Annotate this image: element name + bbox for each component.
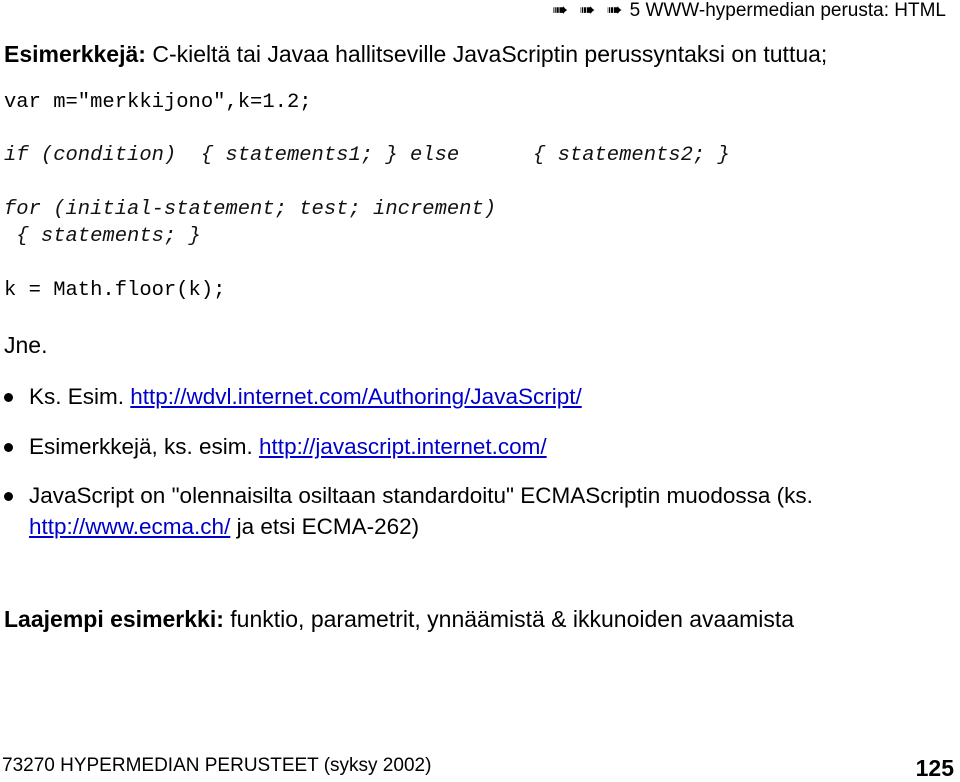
link-javascript-internet[interactable]: http://javascript.internet.com/	[259, 434, 547, 459]
intro-text: C-kieltä tai Javaa hallitseville JavaScr…	[145, 41, 828, 67]
page-number: 125	[915, 755, 954, 781]
bullet-icon	[4, 492, 13, 501]
list-item-text: JavaScript on "olennaisilta osiltaan sta…	[29, 480, 955, 542]
bullet-icon	[4, 393, 13, 402]
wide-example-text: funktio, parametrit, ynnäämistä & ikkuno…	[223, 606, 795, 632]
jne-text: Jne.	[4, 332, 48, 358]
bullet-suffix: ja etsi ECMA-262)	[230, 514, 420, 539]
code-line-if: if (condition) { statements1; } else { s…	[4, 144, 730, 167]
arrow-icons: ➠ ➠ ➠	[552, 0, 626, 21]
code-line-for: for (initial-statement; test; increment)	[4, 198, 497, 221]
bullet-prefix: Esimerkkejä, ks. esim.	[29, 434, 260, 459]
list-item: Ks. Esim. http://wdvl.internet.com/Autho…	[0, 381, 955, 412]
bullet-prefix: Ks. Esim.	[29, 384, 131, 409]
intro-line: Esimerkkejä: C-kieltä tai Javaa hallitse…	[4, 40, 827, 68]
code-line-statements: { statements; }	[4, 225, 201, 248]
bullet-icon	[4, 443, 13, 452]
code-line-math-floor: k = Math.floor(k);	[4, 279, 226, 302]
link-ecma[interactable]: http://www.ecma.ch/	[29, 514, 230, 539]
list-item: Esimerkkejä, ks. esim. http://javascript…	[0, 431, 955, 462]
header-title: 5 WWW-hypermedian perusta: HTML	[629, 0, 946, 21]
intro-bold-label: Esimerkkejä:	[4, 41, 146, 67]
slide-header: ➠ ➠ ➠ 5 WWW-hypermedian perusta: HTML	[552, 0, 946, 22]
footer-course: 73270 HYPERMEDIAN PERUSTEET (syksy 2002)	[2, 755, 432, 776]
wide-example-line: Laajempi esimerkki: funktio, parametrit,…	[4, 605, 794, 633]
bullet-prefix: JavaScript on "olennaisilta osiltaan sta…	[29, 483, 813, 508]
code-line-var: var m="merkkijono",k=1.2;	[4, 91, 312, 114]
link-wdvl[interactable]: http://wdvl.internet.com/Authoring/JavaS…	[130, 384, 581, 409]
wide-example-bold-label: Laajempi esimerkki:	[4, 606, 224, 632]
list-item-text: Esimerkkejä, ks. esim. http://javascript…	[29, 431, 955, 462]
list-item: JavaScript on "olennaisilta osiltaan sta…	[0, 480, 955, 542]
list-item-text: Ks. Esim. http://wdvl.internet.com/Autho…	[29, 381, 955, 412]
